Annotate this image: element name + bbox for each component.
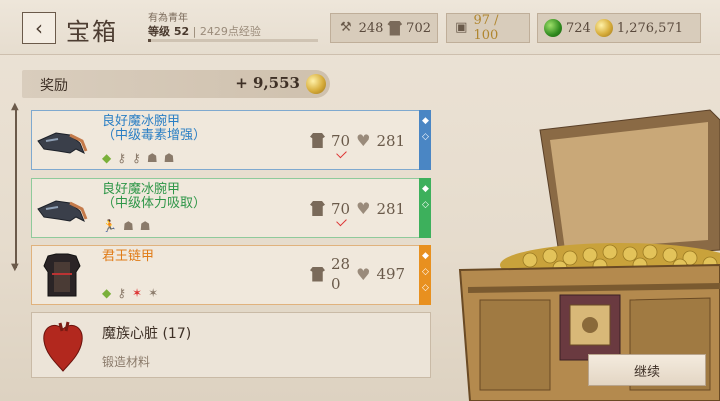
currency-panel[interactable]: 724 1,276,571 xyxy=(537,13,701,43)
armor-icon xyxy=(310,201,325,216)
reward-value: + 9,553 xyxy=(235,74,300,92)
gem-icon xyxy=(544,19,562,37)
item-mod-icons: ◆ ⚷ ⚷ ☗ ☗ xyxy=(102,151,174,165)
item-mod-icons: 🏃 ☗ ☗ xyxy=(102,219,150,233)
chest-icon: ▣ xyxy=(455,20,468,35)
chainmail-icon xyxy=(43,253,81,297)
combat-stats[interactable]: ⚒ 248 702 xyxy=(330,13,438,43)
skull-icon: ☗ xyxy=(139,219,151,233)
gold-coin-icon xyxy=(306,74,326,94)
skull-icon: ☗ xyxy=(122,219,134,233)
armor-value: 28 xyxy=(331,255,351,273)
item-stats: 28 0 ♥ 497 xyxy=(310,254,405,294)
skull-icon: ☗ xyxy=(163,151,175,165)
armor-value: 70 xyxy=(331,131,351,150)
item-stats: 70 ♥ 281 xyxy=(310,131,405,150)
top-bar: ‹ 宝箱 有為青年 等级 52 | 2429点经验 ⚒ 248 702 ▣ 97… xyxy=(0,0,720,55)
scroll-down-arrow[interactable]: ▼ xyxy=(11,262,19,273)
armor-value-compare: 0 xyxy=(331,275,341,293)
armor-stat: 702 xyxy=(406,20,431,36)
item-name: 良好魔冰腕甲 （中级体力吸取） xyxy=(102,182,207,211)
back-icon: ‹ xyxy=(35,16,43,40)
level-label: 等级 52 xyxy=(148,25,190,38)
item-name: 良好魔冰腕甲 （中级毒素增强） xyxy=(102,114,207,143)
star-icon: ✶ xyxy=(132,286,143,300)
back-button[interactable]: ‹ xyxy=(22,12,56,44)
xp-bar-fill xyxy=(148,39,152,42)
skull-icon: ☗ xyxy=(146,151,158,165)
material-card[interactable]: 魔族心脏 (17) 锻造材料 xyxy=(31,312,431,378)
armor-value: 70 xyxy=(331,199,351,218)
key-icon: ⚷ xyxy=(117,151,127,165)
heart-icon: ♥ xyxy=(356,131,371,150)
continue-button[interactable]: 继续 xyxy=(588,354,706,386)
hp-value: 281 xyxy=(376,199,406,218)
gem-icon: ◆ xyxy=(102,151,112,165)
gem-icon: ◆ xyxy=(102,286,112,300)
item-name: 君王链甲 xyxy=(102,249,155,264)
xp-bar xyxy=(148,39,318,42)
gauntlet-icon xyxy=(37,132,88,155)
reward-bar: 奖励 + 9,553 xyxy=(22,70,330,98)
item-mod-icons: ◆ ⚷ ✶ ✶ xyxy=(102,286,158,300)
item-card-1[interactable]: 良好魔冰腕甲 （中级毒素增强） ◆ ⚷ ⚷ ☗ ☗ 70 ♥ 281 ◆ ◇ xyxy=(31,110,431,170)
armor-icon xyxy=(310,266,325,282)
scrollbar[interactable] xyxy=(15,108,17,268)
heart-icon: ♥ xyxy=(356,264,371,284)
material-name: 魔族心脏 (17) xyxy=(102,326,192,342)
hp-value: 281 xyxy=(376,131,406,150)
xp-text: 2429点经验 xyxy=(199,25,261,38)
armor-icon xyxy=(387,20,403,36)
rarity-edge: ◆ ◇ xyxy=(419,110,431,170)
gem-count: 724 xyxy=(566,20,591,36)
inventory-capacity[interactable]: ▣ 97 / 100 xyxy=(446,13,530,43)
weapon-icon: ⚒ xyxy=(339,20,352,35)
key-icon: ⚷ xyxy=(117,286,127,300)
player-name: 有為青年 xyxy=(148,13,188,24)
gauntlet-icon xyxy=(37,200,88,223)
rarity-edge: ◆ ◇ xyxy=(419,178,431,238)
gold-coin-icon xyxy=(594,19,613,37)
key-icon: ⚷ xyxy=(132,151,141,165)
capacity-stat: 97 / 100 xyxy=(473,13,499,43)
reward-label: 奖励 xyxy=(40,78,68,94)
armor-icon xyxy=(310,133,325,148)
level-line: 等级 52 | 2429点经验 xyxy=(148,25,261,38)
demon-heart-icon xyxy=(43,321,83,372)
star-icon: ✶ xyxy=(148,286,159,300)
gold-count: 1,276,571 xyxy=(616,20,683,36)
page-title: 宝箱 xyxy=(66,18,118,46)
heart-icon: ♥ xyxy=(356,199,371,218)
item-stats: 70 ♥ 281 xyxy=(310,199,405,218)
weapon-stat: 248 xyxy=(358,20,384,36)
item-card-3[interactable]: 君王链甲 ◆ ⚷ ✶ ✶ 28 0 ♥ 497 ◆ ◇ ◇ xyxy=(31,245,431,305)
item-card-2[interactable]: 良好魔冰腕甲 （中级体力吸取） 🏃 ☗ ☗ 70 ♥ 281 ◆ ◇ xyxy=(31,178,431,238)
runner-icon: 🏃 xyxy=(102,219,117,233)
material-type: 锻造材料 xyxy=(102,355,151,369)
hp-value: 497 xyxy=(376,265,406,283)
rarity-edge: ◆ ◇ ◇ xyxy=(419,245,431,305)
